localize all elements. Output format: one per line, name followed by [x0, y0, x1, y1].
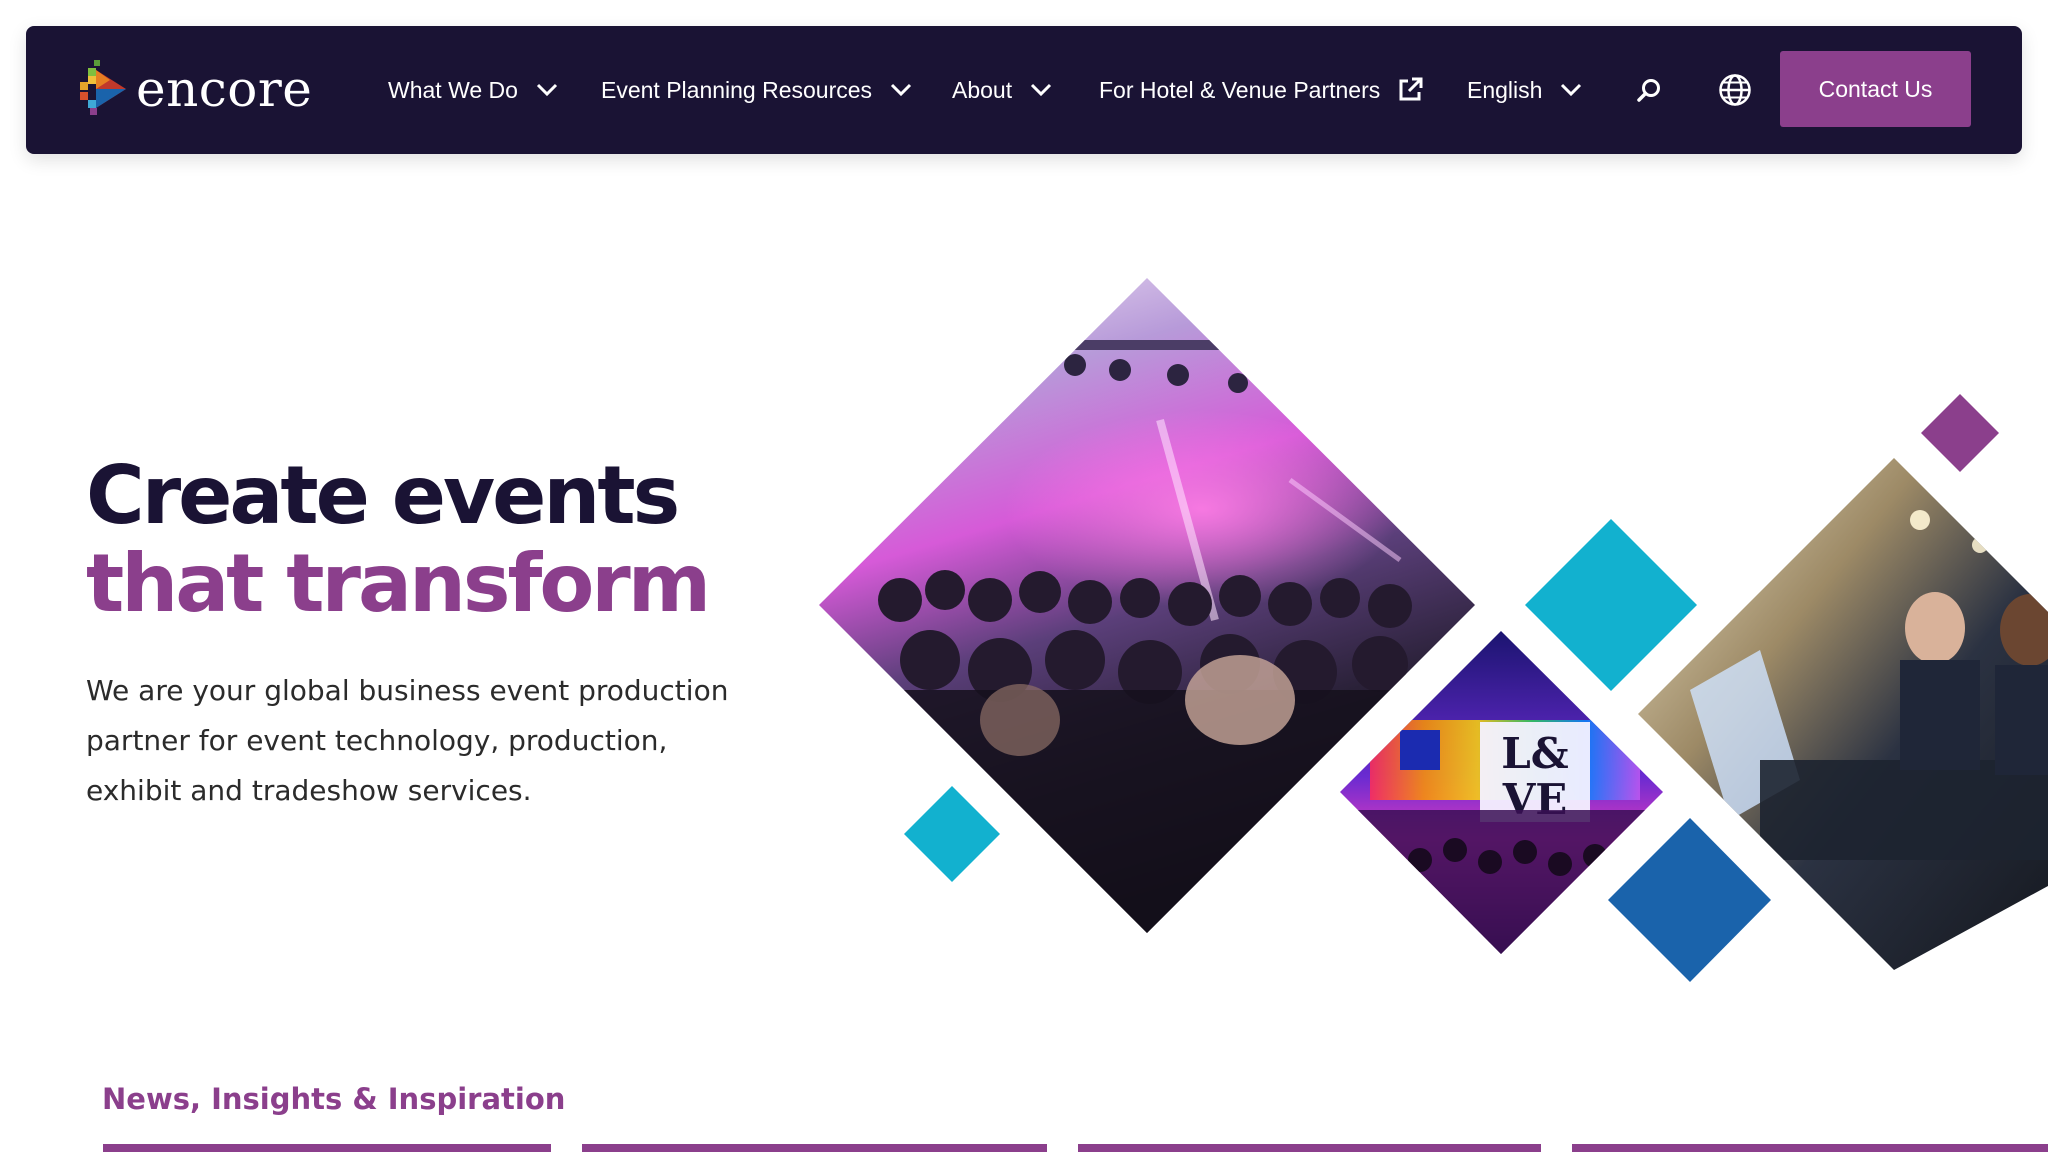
- hero-description: We are your global business event produc…: [86, 674, 729, 807]
- logo-wordmark: encore: [136, 60, 313, 118]
- nav-label: About: [952, 76, 1013, 103]
- news-card-3[interactable]: [1078, 1144, 1541, 1152]
- hero-headline-line2: that transform: [86, 537, 711, 630]
- blue-diamond: [1608, 818, 1771, 982]
- encore-logo[interactable]: encore: [76, 56, 312, 122]
- teal-diamond: [904, 786, 1000, 882]
- chevron-down-icon: [536, 83, 558, 97]
- concert-crowd-photo: [819, 278, 1475, 933]
- globe-button[interactable]: [1718, 26, 1752, 154]
- search-button[interactable]: [1636, 26, 1662, 154]
- svg-text:VE: VE: [1502, 775, 1568, 824]
- chevron-down-icon: [891, 83, 912, 97]
- nav-label: For Hotel & Venue Partners: [1099, 76, 1381, 103]
- search-icon: [1637, 79, 1660, 102]
- contact-us-button[interactable]: Contact Us: [1780, 51, 1971, 127]
- nav-about[interactable]: About: [952, 26, 1052, 154]
- svg-text:L&: L&: [1501, 729, 1569, 778]
- encore-logo-icon: [80, 60, 126, 115]
- language-label: English: [1467, 76, 1543, 103]
- love-stage-photo: L& VE: [1340, 631, 1663, 954]
- news-card-1[interactable]: [103, 1144, 551, 1152]
- nav-hotel-venue-partners[interactable]: For Hotel & Venue Partners: [1099, 26, 1424, 154]
- globe-icon: [1719, 74, 1751, 106]
- language-selector[interactable]: English: [1467, 26, 1582, 154]
- external-link-icon: [1399, 77, 1423, 101]
- chevron-down-icon: [1561, 83, 1582, 97]
- purple-diamond: [1921, 394, 1999, 472]
- news-card-2[interactable]: [582, 1144, 1047, 1152]
- hero-headline-line1: Create events: [86, 449, 680, 542]
- main-navbar: encore What We Do Event Planning Resourc…: [26, 26, 2022, 154]
- nav-event-planning-resources[interactable]: Event Planning Resources: [601, 26, 912, 154]
- teal-diamond: [1525, 519, 1697, 691]
- chevron-down-icon: [1031, 83, 1052, 97]
- news-section-heading: News, Insights & Inspiration: [102, 1082, 566, 1116]
- nav-what-we-do[interactable]: What We Do: [388, 26, 558, 154]
- nav-label: Event Planning Resources: [601, 76, 873, 103]
- news-card-4[interactable]: [1572, 1144, 2048, 1152]
- nav-label: What We Do: [388, 76, 518, 103]
- hero-headline: Create events that transform: [86, 449, 711, 630]
- av-technicians-photo: [1638, 458, 2048, 970]
